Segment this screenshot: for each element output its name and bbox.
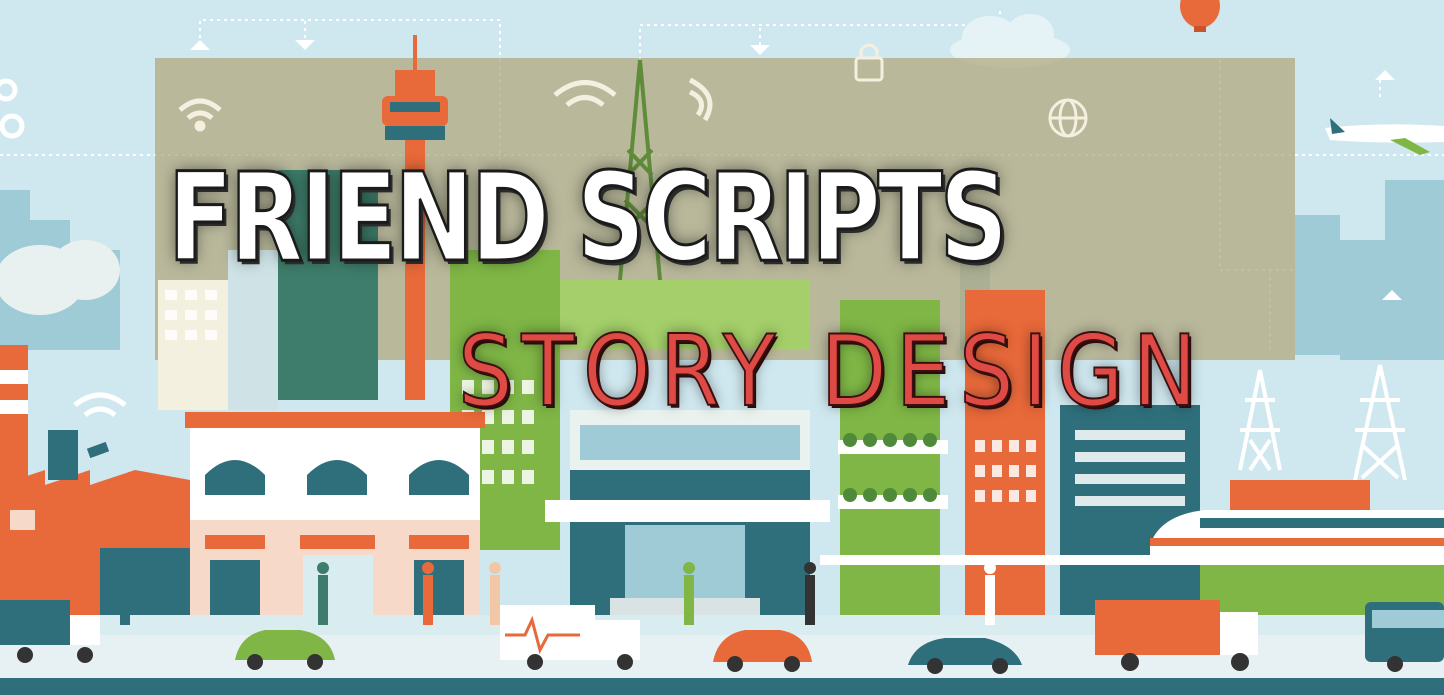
banner-illustration: FRIEND SCRIPTS STORY DESIGN (0, 0, 1444, 695)
banner-subtitle: STORY DESIGN (457, 315, 1206, 429)
elevated-rail (820, 555, 1444, 565)
banner-title: FRIEND SCRIPTS (167, 147, 1009, 290)
road-edge (0, 678, 1444, 695)
bus (1365, 602, 1444, 672)
shop-building (185, 412, 485, 630)
